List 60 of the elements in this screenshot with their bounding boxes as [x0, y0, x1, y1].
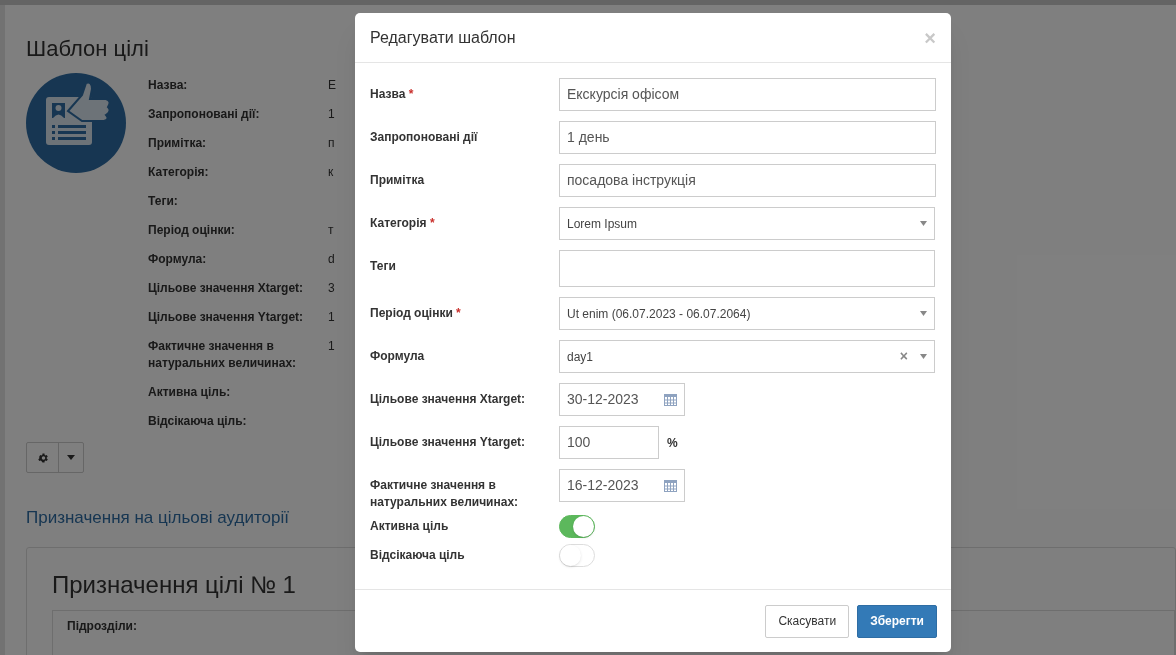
detail-label: Примітка:	[148, 135, 208, 152]
field-label: Цільове значення Xtarget:	[370, 391, 527, 408]
field-label: Запропоновані дії	[370, 129, 479, 146]
detail-label: Запропоновані дії:	[148, 106, 261, 123]
field-label: Назва *	[370, 86, 415, 103]
select-field[interactable]: Ut enim (06.07.2023 - 06.07.2064)	[559, 297, 935, 330]
thumbs-up-document-icon	[26, 73, 126, 173]
detail-value: 1	[328, 106, 335, 123]
detail-value: т	[328, 222, 334, 239]
detail-value: 1	[328, 338, 335, 355]
detail-label: Фактичне значення в натуральних величинах:	[148, 338, 298, 372]
card-title: Призначення цілі № 1	[52, 570, 296, 600]
field-label: Формула	[370, 348, 426, 365]
tags-field[interactable]	[559, 250, 935, 287]
caret-icon	[920, 311, 927, 316]
table-label: Підрозділи:	[67, 618, 137, 635]
detail-label: Активна ціль:	[148, 384, 232, 401]
detail-label: Цільове значення Xtarget:	[148, 280, 305, 297]
detail-value: 1	[328, 309, 335, 326]
dialog-title: Редагувати шаблон	[370, 27, 516, 48]
gear-icon	[36, 451, 49, 464]
detail-value: Е	[328, 77, 336, 94]
detail-label: Період оцінки:	[148, 222, 236, 239]
field-label: Цільове значення Ytarget:	[370, 434, 527, 451]
text-field[interactable]: Екскурсія офісом	[559, 78, 936, 111]
text-field[interactable]: 1 день	[559, 121, 936, 154]
detail-label: Відсікаюча ціль:	[148, 413, 248, 430]
field-label: Примітка	[370, 172, 426, 189]
detail-label: Цільове значення Ytarget:	[148, 309, 305, 326]
field-label: Період оцінки *	[370, 305, 462, 322]
field-label: Теги	[370, 258, 397, 275]
date-field[interactable]: 16-12-2023	[559, 469, 685, 502]
save-button[interactable]: Зберегти	[857, 604, 937, 638]
detail-label: Категорія:	[148, 164, 210, 181]
calendar-icon	[664, 479, 677, 492]
caret-icon	[920, 221, 927, 226]
field-label: Активна ціль	[370, 518, 450, 535]
detail-label: Теги:	[148, 193, 179, 210]
number-field[interactable]: 100	[559, 426, 659, 459]
date-field[interactable]: 30-12-2023	[559, 383, 685, 416]
clear-button[interactable]: ×	[899, 346, 908, 367]
select-field[interactable]: day1 ×	[559, 340, 935, 373]
field-label: Відсікаюча ціль	[370, 547, 466, 564]
text-field[interactable]: посадова інструкція	[559, 164, 936, 197]
unit-label: %	[667, 435, 678, 452]
detail-value: к	[328, 164, 334, 181]
detail-label: Назва:	[148, 77, 189, 94]
detail-label: Формула:	[148, 251, 208, 268]
toggle-switch[interactable]	[559, 515, 595, 538]
field-label: Фактичне значення в натуральних величинах:	[370, 477, 520, 511]
detail-value: 3	[328, 280, 335, 297]
caret-icon	[920, 354, 927, 359]
caret-icon	[67, 455, 75, 460]
detail-value: d	[328, 251, 335, 268]
calendar-icon	[664, 393, 677, 406]
field-label: Категорія *	[370, 215, 436, 232]
select-field[interactable]: Lorem Ipsum	[559, 207, 935, 240]
page-title: Шаблон цілі	[26, 35, 149, 63]
cancel-button[interactable]: Скасувати	[765, 604, 850, 638]
detail-value: п	[328, 135, 335, 152]
